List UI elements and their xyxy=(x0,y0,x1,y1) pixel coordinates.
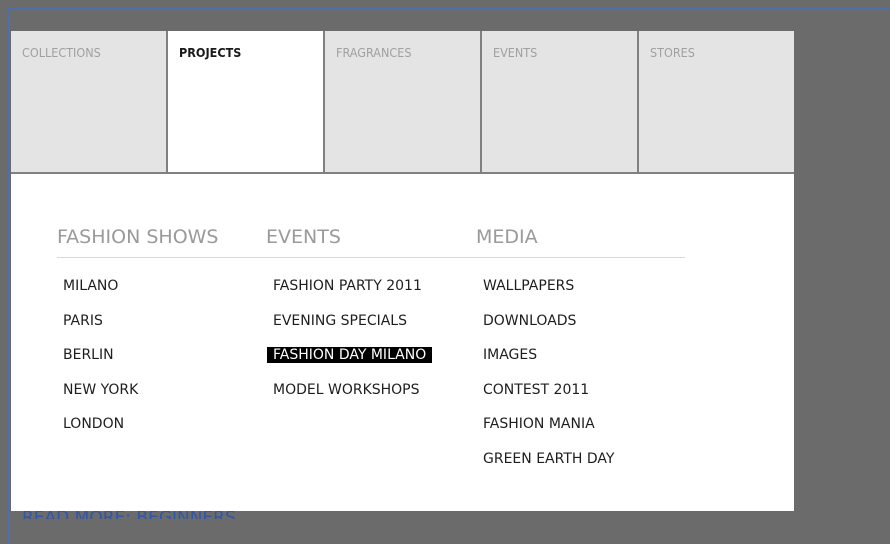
menu-item-downloads[interactable]: DOWNLOADS xyxy=(483,312,620,347)
menu-item-berlin[interactable]: BERLIN xyxy=(63,346,144,381)
column-heading: FASHION SHOWS xyxy=(57,226,219,248)
tab-label: PROJECTS xyxy=(179,45,242,60)
menu-item-green-earth-day[interactable]: GREEN EARTH DAY xyxy=(483,450,620,485)
projects-dropdown: FASHION SHOWS MILANO PARIS BERLIN NEW YO… xyxy=(11,174,794,511)
tab-fragrances[interactable]: FRAGRANCES xyxy=(325,31,482,172)
menu-item-model-workshops[interactable]: MODEL WORKSHOPS xyxy=(273,381,432,416)
tab-projects[interactable]: PROJECTS xyxy=(168,31,325,172)
menu-list: MILANO PARIS BERLIN NEW YORK LONDON xyxy=(63,277,144,450)
menu-item-paris[interactable]: PARIS xyxy=(63,312,144,347)
tab-label: STORES xyxy=(650,45,695,60)
column-heading: MEDIA xyxy=(476,226,538,248)
menu-item-images[interactable]: IMAGES xyxy=(483,346,620,381)
menu-item-evening-specials[interactable]: EVENING SPECIALS xyxy=(273,312,432,347)
menu-list: WALLPAPERS DOWNLOADS IMAGES CONTEST 2011… xyxy=(483,277,620,484)
page-border-top xyxy=(8,8,890,10)
menu-item-fashion-party-2011[interactable]: FASHION PARTY 2011 xyxy=(273,277,432,312)
menu-item-london[interactable]: LONDON xyxy=(63,415,144,450)
page-border-left xyxy=(8,8,10,544)
menu-item-contest-2011[interactable]: CONTEST 2011 xyxy=(483,381,620,416)
menu-item-wallpapers[interactable]: WALLPAPERS xyxy=(483,277,620,312)
menu-item-milano[interactable]: MILANO xyxy=(63,277,144,312)
menu-item-fashion-mania[interactable]: FASHION MANIA xyxy=(483,415,620,450)
column-heading: EVENTS xyxy=(266,226,341,248)
tab-events[interactable]: EVENTS xyxy=(482,31,639,172)
tab-label: COLLECTIONS xyxy=(22,45,101,60)
menu-list: FASHION PARTY 2011 EVENING SPECIALS FASH… xyxy=(267,277,433,416)
tab-stores[interactable]: STORES xyxy=(639,31,794,172)
tab-collections[interactable]: COLLECTIONS xyxy=(11,31,168,172)
mega-menu: COLLECTIONS PROJECTS FRAGRANCES EVENTS S… xyxy=(11,31,794,511)
menu-item-fashion-day-milano[interactable]: FASHION DAY MILANO xyxy=(267,346,433,381)
tab-label: EVENTS xyxy=(493,45,538,60)
heading-divider xyxy=(57,257,685,258)
main-nav-tabs: COLLECTIONS PROJECTS FRAGRANCES EVENTS S… xyxy=(11,31,794,174)
menu-item-new-york[interactable]: NEW YORK xyxy=(63,381,144,416)
tab-label: FRAGRANCES xyxy=(336,45,412,60)
